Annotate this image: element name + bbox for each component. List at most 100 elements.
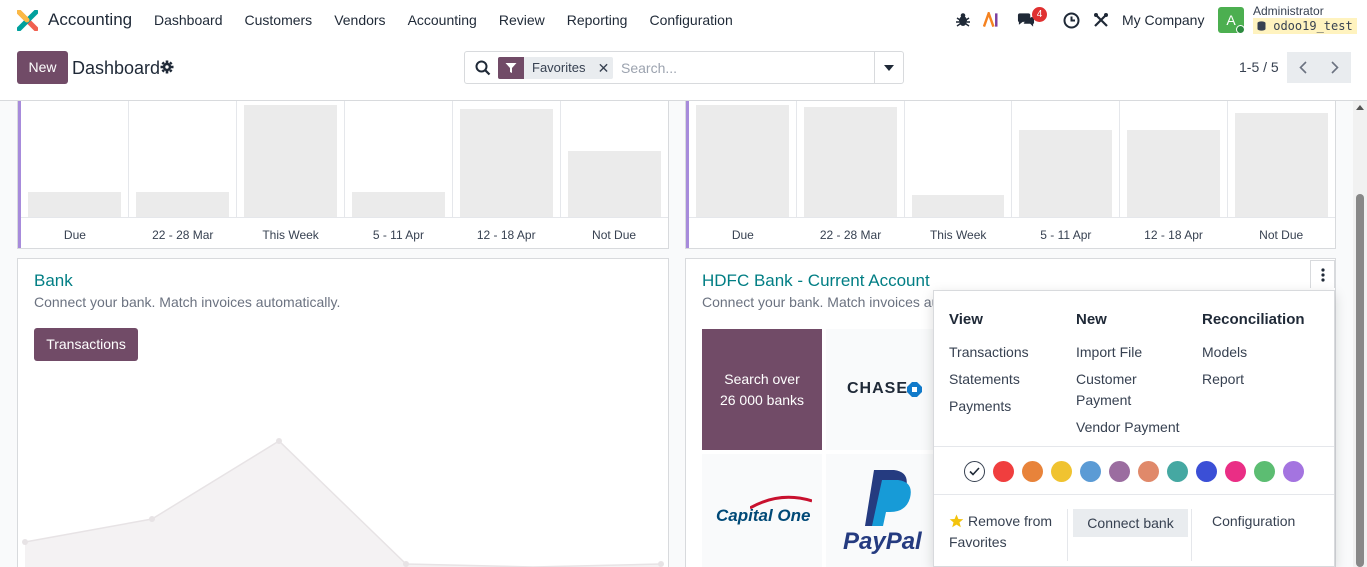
new-customer-payment[interactable]: Customer Payment <box>1076 369 1176 411</box>
bank-tile-paypal[interactable]: PayPal <box>826 454 946 567</box>
line-graph[interactable] <box>18 419 668 567</box>
reconciliation-models[interactable]: Models <box>1202 342 1247 363</box>
graph-bar[interactable] <box>28 192 121 217</box>
menu-vendors[interactable]: Vendors <box>323 0 396 40</box>
journal-title[interactable]: HDFC Bank - Current Account <box>702 271 930 291</box>
chevron-left-icon <box>1299 61 1307 74</box>
vertical-ellipsis-icon <box>1320 267 1325 282</box>
pager-next-button[interactable] <box>1319 52 1351 83</box>
graph-bar[interactable] <box>803 107 897 217</box>
menu-dashboard[interactable]: Dashboard <box>143 0 234 40</box>
color-swatch[interactable] <box>1022 461 1043 482</box>
search-icon[interactable] <box>475 60 491 76</box>
new-import-file[interactable]: Import File <box>1076 342 1142 363</box>
color-swatch[interactable] <box>1051 461 1072 482</box>
graph-label: This Week <box>262 228 319 242</box>
content-scrollbar[interactable] <box>1353 101 1367 567</box>
color-swatch[interactable] <box>993 461 1014 482</box>
graph-column <box>345 101 453 217</box>
view-heading: View <box>949 311 983 328</box>
color-swatch[interactable] <box>1109 461 1130 482</box>
graph-bar[interactable] <box>352 192 445 217</box>
tools-icon[interactable] <box>1092 11 1110 29</box>
journal-title[interactable]: Bank <box>34 271 73 291</box>
graph-bar[interactable] <box>696 105 789 217</box>
search-bar: Favorites ✕ <box>464 51 904 84</box>
menu-configuration[interactable]: Configuration <box>638 0 743 40</box>
menu-customers[interactable]: Customers <box>234 0 324 40</box>
database-label: odoo19_test <box>1273 19 1353 33</box>
search-input[interactable] <box>621 57 871 79</box>
graph-label: Due <box>731 228 754 242</box>
footer-divider <box>1191 509 1192 561</box>
graph-column <box>453 101 561 217</box>
color-swatch[interactable] <box>1283 461 1304 482</box>
graph-label: 22 - 28 Mar <box>152 228 214 242</box>
reconciliation-report[interactable]: Report <box>1202 369 1244 390</box>
bank-tile-chase[interactable]: CHASE <box>826 329 946 450</box>
page-title: Dashboard <box>72 58 161 78</box>
search-banks-line: 26 000 banks <box>719 391 805 408</box>
graph-bar[interactable] <box>1127 130 1221 217</box>
new-button[interactable]: New <box>17 51 68 84</box>
view-statements[interactable]: Statements <box>949 369 1020 390</box>
close-icon[interactable]: ✕ <box>593 57 613 79</box>
menu-reporting[interactable]: Reporting <box>556 0 639 40</box>
bar-graph[interactable]: Due 22 - 28 Mar This Week 5 - 11 Apr 12 … <box>686 101 1335 248</box>
color-swatch[interactable] <box>1254 461 1275 482</box>
graph-bar[interactable] <box>244 105 337 217</box>
menu-review[interactable]: Review <box>488 0 556 40</box>
control-panel: New Dashboard Favorites ✕ 1-5 / 5 <box>0 40 1367 101</box>
pager-previous-button[interactable] <box>1287 52 1319 83</box>
view-transactions[interactable]: Transactions <box>949 342 1029 363</box>
connect-bank-button[interactable]: Connect bank <box>1073 509 1188 537</box>
new-vendor-payment[interactable]: Vendor Payment <box>1076 417 1180 438</box>
menu-accounting[interactable]: Accounting <box>397 0 488 40</box>
color-swatch[interactable] <box>1138 461 1159 482</box>
scroll-up-arrow[interactable] <box>1356 105 1364 110</box>
graph-bar[interactable] <box>136 192 229 217</box>
facet-label: Favorites <box>532 60 586 75</box>
graph-column <box>561 101 668 217</box>
graph-label: Not Due <box>592 228 637 242</box>
reconciliation-heading: Reconciliation <box>1202 311 1305 328</box>
user-name[interactable]: Administrator <box>1253 4 1324 18</box>
color-swatch[interactable] <box>1225 461 1246 482</box>
configuration-link[interactable]: Configuration <box>1212 513 1295 529</box>
bug-icon[interactable] <box>954 11 972 29</box>
graph-bar[interactable] <box>911 195 1005 217</box>
graph-label: Not Due <box>1259 228 1304 242</box>
company-switcher[interactable]: My Company <box>1122 12 1204 28</box>
kebab-menu-button[interactable] <box>1310 260 1335 288</box>
clock-icon[interactable] <box>1062 11 1080 29</box>
color-swatch[interactable] <box>1080 461 1101 482</box>
pager-value[interactable]: 1-5 / 5 <box>1239 59 1279 75</box>
graph-labels: Due 22 - 28 Mar This Week 5 - 11 Apr 12 … <box>689 228 1335 242</box>
scroll-thumb[interactable] <box>1356 194 1364 567</box>
graph-column <box>689 101 797 217</box>
color-swatch[interactable] <box>1167 461 1188 482</box>
graph-bar[interactable] <box>1235 113 1328 217</box>
search-banks-tile[interactable]: Search over 26 000 banks <box>702 329 822 450</box>
favorites-facet: Favorites ✕ <box>498 57 614 79</box>
graph-column <box>237 101 345 217</box>
app-name[interactable]: Accounting <box>48 10 132 30</box>
graph-bar[interactable] <box>460 109 553 217</box>
graph-label: 12 - 18 Apr <box>1144 228 1203 242</box>
graph-bar[interactable] <box>1019 130 1113 217</box>
accounting-app-icon[interactable] <box>17 10 38 31</box>
capital-one-logo: Capital One <box>716 506 811 525</box>
bar-graph[interactable]: Due 22 - 28 Mar This Week 5 - 11 Apr 12 … <box>18 101 668 248</box>
dropdown-divider <box>934 446 1334 447</box>
color-swatch[interactable] <box>1196 461 1217 482</box>
chevron-down-icon[interactable] <box>874 52 903 83</box>
ai-icon[interactable] <box>983 11 1001 29</box>
color-swatch-none[interactable] <box>964 461 985 482</box>
remove-from-favorites[interactable]: Remove from Favorites <box>949 511 1064 553</box>
graph-labels: Due 22 - 28 Mar This Week 5 - 11 Apr 12 … <box>21 228 668 242</box>
view-payments[interactable]: Payments <box>949 396 1011 417</box>
gear-icon[interactable] <box>160 60 174 74</box>
graph-bar[interactable] <box>568 151 661 217</box>
transactions-button[interactable]: Transactions <box>34 328 138 361</box>
bank-tile-capital-one[interactable]: Capital One <box>702 454 822 567</box>
